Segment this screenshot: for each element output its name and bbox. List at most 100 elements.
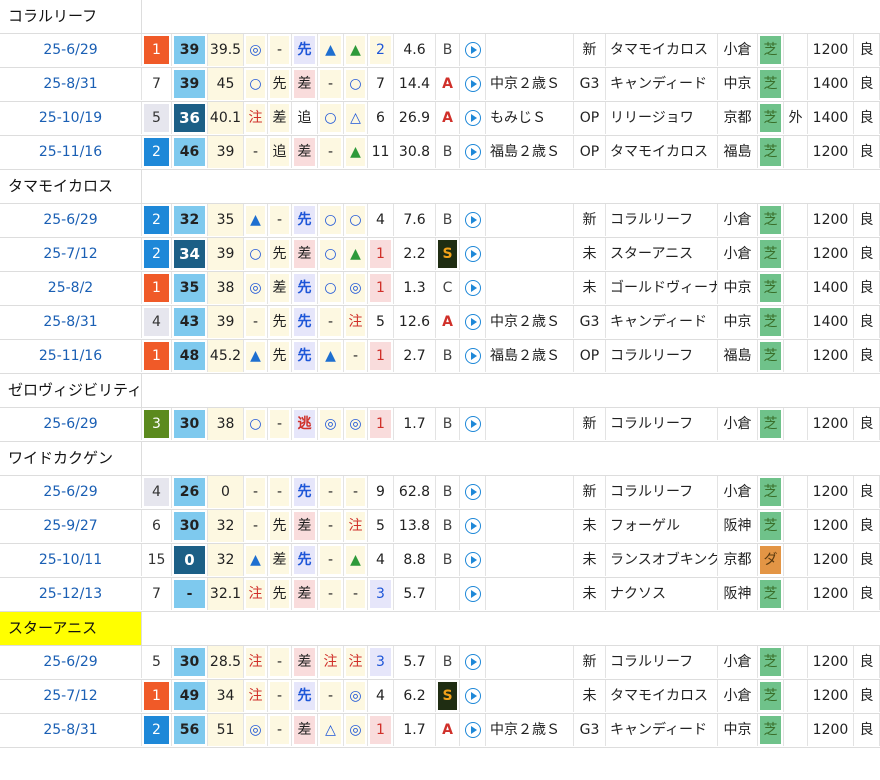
play-video-icon[interactable] [464, 518, 481, 534]
cell-cls: 未 [574, 578, 606, 610]
race-row: 25-12/13 7-32.1 注先差 - -3 5.7 未ナクソス 阪神芝 1200 良 [0, 578, 880, 612]
play-video-icon[interactable] [464, 280, 481, 296]
race-date-link[interactable]: 25-10/19 [39, 110, 102, 126]
cell-venue: 福島 [718, 136, 758, 168]
horse-header-row: ゼロヴィジビリティ [0, 374, 880, 408]
cell-n: 1 [368, 238, 394, 270]
race-date-link[interactable]: 25-11/16 [39, 348, 102, 364]
race-date-link[interactable]: 25-6/29 [43, 212, 97, 228]
race-date-link[interactable]: 25-6/29 [43, 416, 97, 432]
cell-rank: 1 [142, 680, 172, 712]
cell-grade: A [436, 68, 460, 100]
cell-winner: リリージョワ [606, 102, 718, 134]
speed-score-badge: - [174, 580, 205, 608]
play-video-icon[interactable] [464, 144, 481, 160]
cell-winner: キャンディード [606, 714, 718, 746]
cell-score: 30 [172, 646, 208, 678]
cell-score: 34 [172, 238, 208, 270]
race-date-link[interactable]: 25-10/11 [39, 552, 102, 568]
cell-surf: 芝 [758, 408, 784, 440]
cell-tri1: - [318, 680, 344, 712]
cell-dist: 1200 [808, 238, 854, 270]
race-date-link[interactable]: 25-7/12 [43, 688, 97, 704]
race-date-link[interactable]: 25-8/31 [43, 314, 97, 330]
cell-venue: 中京 [718, 272, 758, 304]
play-video-icon[interactable] [464, 76, 481, 92]
play-video-icon[interactable] [464, 722, 481, 738]
race-date-link[interactable]: 25-9/27 [43, 518, 97, 534]
cell-inout [784, 306, 808, 338]
race-date-link[interactable]: 25-6/29 [43, 42, 97, 58]
cell-score: 49 [172, 680, 208, 712]
finish-rank-badge: 4 [144, 478, 169, 506]
mark-tri2: ○ [346, 206, 365, 234]
running-style: 差 [294, 138, 315, 166]
cell-play [460, 544, 486, 576]
cell-score: 46 [172, 136, 208, 168]
running-style: 差 [294, 240, 315, 268]
cell-v1: 40.1 [208, 102, 244, 134]
cell-tri1: ▲ [318, 340, 344, 372]
play-video-icon[interactable] [464, 688, 481, 704]
race-date-link[interactable]: 25-11/16 [39, 144, 102, 160]
play-video-icon[interactable] [464, 246, 481, 262]
horse-name[interactable]: ゼロヴィジビリティ [0, 374, 142, 407]
play-video-icon[interactable] [464, 586, 481, 602]
cell-date: 25-7/12 [0, 238, 142, 270]
horse-name[interactable]: タマモイカロス [0, 170, 142, 203]
mark-tri1: 注 [320, 648, 341, 676]
race-date-link[interactable]: 25-8/2 [48, 280, 93, 296]
cell-venue: 小倉 [718, 646, 758, 678]
play-video-icon[interactable] [464, 212, 481, 228]
running-style: 先 [294, 36, 315, 64]
cell-cls: 新 [574, 476, 606, 508]
play-video-icon[interactable] [464, 654, 481, 670]
mark-tri2: ▲ [346, 36, 365, 64]
play-video-icon[interactable] [464, 484, 481, 500]
surface-badge: 芝 [760, 410, 781, 438]
cell-odds: 8.8 [394, 544, 436, 576]
popularity: 4 [376, 212, 385, 228]
play-video-icon[interactable] [464, 552, 481, 568]
cell-race: 中京２歳Ｓ [486, 68, 574, 100]
play-video-icon[interactable] [464, 314, 481, 330]
cell-n: 5 [368, 306, 394, 338]
horse-name[interactable]: スターアニス [0, 612, 142, 645]
finish-rank-badge: 1 [144, 274, 169, 302]
cell-surf: 芝 [758, 238, 784, 270]
play-video-icon[interactable] [464, 110, 481, 126]
horse-name[interactable]: ワイドカクゲン [0, 442, 142, 475]
race-date-link[interactable]: 25-8/31 [43, 722, 97, 738]
race-row: 25-6/29 5 30 28.5 注 - 差注注 3 5.7 B 新コラルリーフ 小倉芝 1200 良 [0, 646, 880, 680]
cell-tri1: - [318, 476, 344, 508]
race-date-link[interactable]: 25-6/29 [43, 654, 97, 670]
cell-play [460, 680, 486, 712]
play-video-icon[interactable] [464, 416, 481, 432]
cell-odds: 12.6 [394, 306, 436, 338]
race-date-link[interactable]: 25-6/29 [43, 484, 97, 500]
cell-cls: G3 [574, 714, 606, 746]
cell-pos1: 差 [292, 136, 318, 168]
race-date-link[interactable]: 25-12/13 [39, 586, 102, 602]
cell-rank: 2 [142, 714, 172, 746]
play-video-icon[interactable] [464, 42, 481, 58]
race-date-link[interactable]: 25-7/12 [43, 246, 97, 262]
cell-tri2: - [344, 340, 368, 372]
cell-rank: 5 [142, 102, 172, 134]
race-row: 25-11/16 1 48 45.2 ▲ 先先 ▲ -1 2.7 B 福島２歳Ｓ OP コラルリーフ 福島… [0, 340, 880, 374]
cell-play [460, 68, 486, 100]
grade-label: B [442, 654, 453, 670]
cell-winner: コラルリーフ [606, 476, 718, 508]
cell-cond: 良 [854, 102, 880, 134]
cell-surf: 芝 [758, 102, 784, 134]
grade-label: B [442, 144, 453, 160]
cell-odds: 4.6 [394, 34, 436, 66]
play-video-icon[interactable] [464, 348, 481, 364]
mark-m1: ▲ [246, 206, 265, 234]
cell-rank: 7 [142, 68, 172, 100]
mark-tri1: - [320, 546, 341, 574]
cell-tri2: ◎ [344, 680, 368, 712]
race-date-link[interactable]: 25-8/31 [43, 76, 97, 92]
popularity: 6 [376, 110, 385, 126]
horse-name[interactable]: コラルリーフ [0, 0, 142, 33]
